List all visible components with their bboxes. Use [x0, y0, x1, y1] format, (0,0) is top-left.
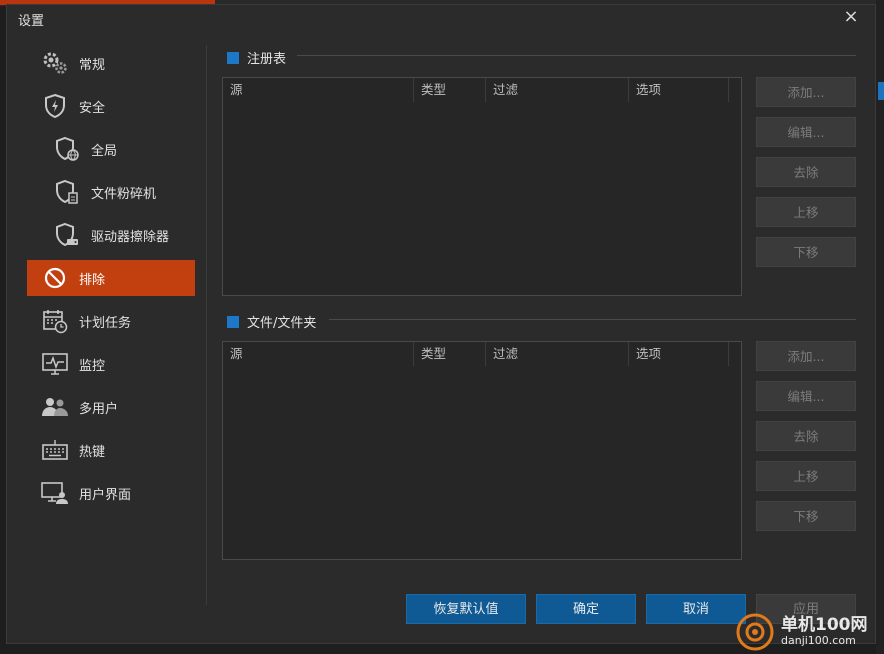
registry-heading-rule: [297, 55, 856, 56]
files-heading-label: 文件/文件夹: [247, 316, 317, 331]
dialog-title: 设置: [18, 14, 45, 29]
display-user-icon: [41, 479, 69, 507]
files-list-header: 源 类型 过滤 选项: [223, 342, 741, 366]
sidebar-item-label: 驱动器擦除器: [91, 229, 170, 245]
keyboard-icon: [41, 436, 69, 464]
section-marker: [227, 315, 239, 328]
users-icon: [41, 393, 69, 421]
registry-move-up-button[interactable]: 上移: [756, 197, 856, 227]
calendar-clock-icon: [41, 307, 69, 335]
restore-defaults-button[interactable]: 恢复默认值: [406, 594, 526, 624]
sidebar-item-general[interactable]: 常规: [27, 45, 195, 81]
settings-dialog: 设置 × 常规 安全 全局 文件粉碎机 驱动器擦除器 排除 计划任务 监控 多用…: [6, 4, 876, 644]
close-button[interactable]: ×: [839, 6, 863, 30]
sidebar-item-label: 多用户: [79, 401, 119, 417]
site-watermark: 单机100网 danji100.com: [735, 612, 868, 652]
sidebar-item-label: 全局: [91, 143, 118, 159]
sidebar-item-security[interactable]: 安全: [27, 88, 195, 124]
section-marker: [227, 51, 239, 64]
sidebar-divider: [206, 45, 207, 605]
sidebar-item-label: 排除: [79, 272, 106, 288]
files-edit-button[interactable]: 编辑...: [756, 381, 856, 411]
column-header-options[interactable]: 选项: [629, 342, 729, 366]
dialog-titlebar: 设置 ×: [7, 5, 875, 35]
registry-section-heading: 注册表: [227, 48, 286, 67]
sidebar-item-scheduled-tasks[interactable]: 计划任务: [27, 303, 195, 339]
cancel-button[interactable]: 取消: [646, 594, 746, 624]
shield-drive-icon: [53, 221, 81, 249]
column-header-type[interactable]: 类型: [414, 78, 486, 102]
registry-move-down-button[interactable]: 下移: [756, 237, 856, 267]
files-exclusion-list[interactable]: 源 类型 过滤 选项: [222, 341, 742, 560]
ban-icon: [41, 264, 69, 292]
watermark-name: 单机100网: [781, 615, 868, 635]
sidebar-item-label: 热键: [79, 444, 106, 460]
gears-icon: [41, 49, 69, 77]
column-header-filter[interactable]: 过滤: [486, 78, 629, 102]
shield-lightning-icon: [41, 92, 69, 120]
sidebar-item-label: 文件粉碎机: [91, 186, 157, 202]
sidebar-item-drive-wiper[interactable]: 驱动器擦除器: [27, 217, 195, 253]
sidebar-item-label: 计划任务: [79, 315, 132, 331]
column-header-source[interactable]: 源: [223, 78, 414, 102]
sidebar-item-monitoring[interactable]: 监控: [27, 346, 195, 382]
registry-edit-button[interactable]: 编辑...: [756, 117, 856, 147]
ok-button[interactable]: 确定: [536, 594, 636, 624]
shield-globe-icon: [53, 135, 81, 163]
files-section-heading: 文件/文件夹: [227, 312, 316, 331]
sidebar-item-label: 监控: [79, 358, 106, 374]
files-remove-button[interactable]: 去除: [756, 421, 856, 451]
settings-sidebar: 常规 安全 全局 文件粉碎机 驱动器擦除器 排除 计划任务 监控 多用户 热键 …: [27, 45, 195, 518]
sidebar-item-global[interactable]: 全局: [27, 131, 195, 167]
files-add-button[interactable]: 添加...: [756, 341, 856, 371]
registry-list-header: 源 类型 过滤 选项: [223, 78, 741, 102]
sidebar-item-label: 常规: [79, 57, 106, 73]
sidebar-item-file-shredder[interactable]: 文件粉碎机: [27, 174, 195, 210]
files-move-down-button[interactable]: 下移: [756, 501, 856, 531]
sidebar-item-label: 用户界面: [79, 487, 132, 503]
column-header-options[interactable]: 选项: [629, 78, 729, 102]
watermark-logo-icon: [736, 613, 774, 651]
sidebar-item-multi-user[interactable]: 多用户: [27, 389, 195, 425]
background-scroll-marker: [878, 82, 884, 100]
sidebar-item-hotkeys[interactable]: 热键: [27, 432, 195, 468]
shield-file-icon: [53, 178, 81, 206]
column-header-filter[interactable]: 过滤: [486, 342, 629, 366]
files-move-up-button[interactable]: 上移: [756, 461, 856, 491]
column-header-source[interactable]: 源: [223, 342, 414, 366]
registry-remove-button[interactable]: 去除: [756, 157, 856, 187]
monitor-icon: [41, 350, 69, 378]
sidebar-item-user-interface[interactable]: 用户界面: [27, 475, 195, 511]
registry-add-button[interactable]: 添加...: [756, 77, 856, 107]
registry-exclusion-list[interactable]: 源 类型 过滤 选项: [222, 77, 742, 296]
registry-heading-label: 注册表: [247, 52, 287, 67]
sidebar-item-exclusions[interactable]: 排除: [27, 260, 195, 296]
watermark-url: danji100.com: [781, 634, 856, 647]
files-heading-rule: [329, 319, 856, 320]
column-header-type[interactable]: 类型: [414, 342, 486, 366]
sidebar-item-label: 安全: [79, 100, 106, 116]
